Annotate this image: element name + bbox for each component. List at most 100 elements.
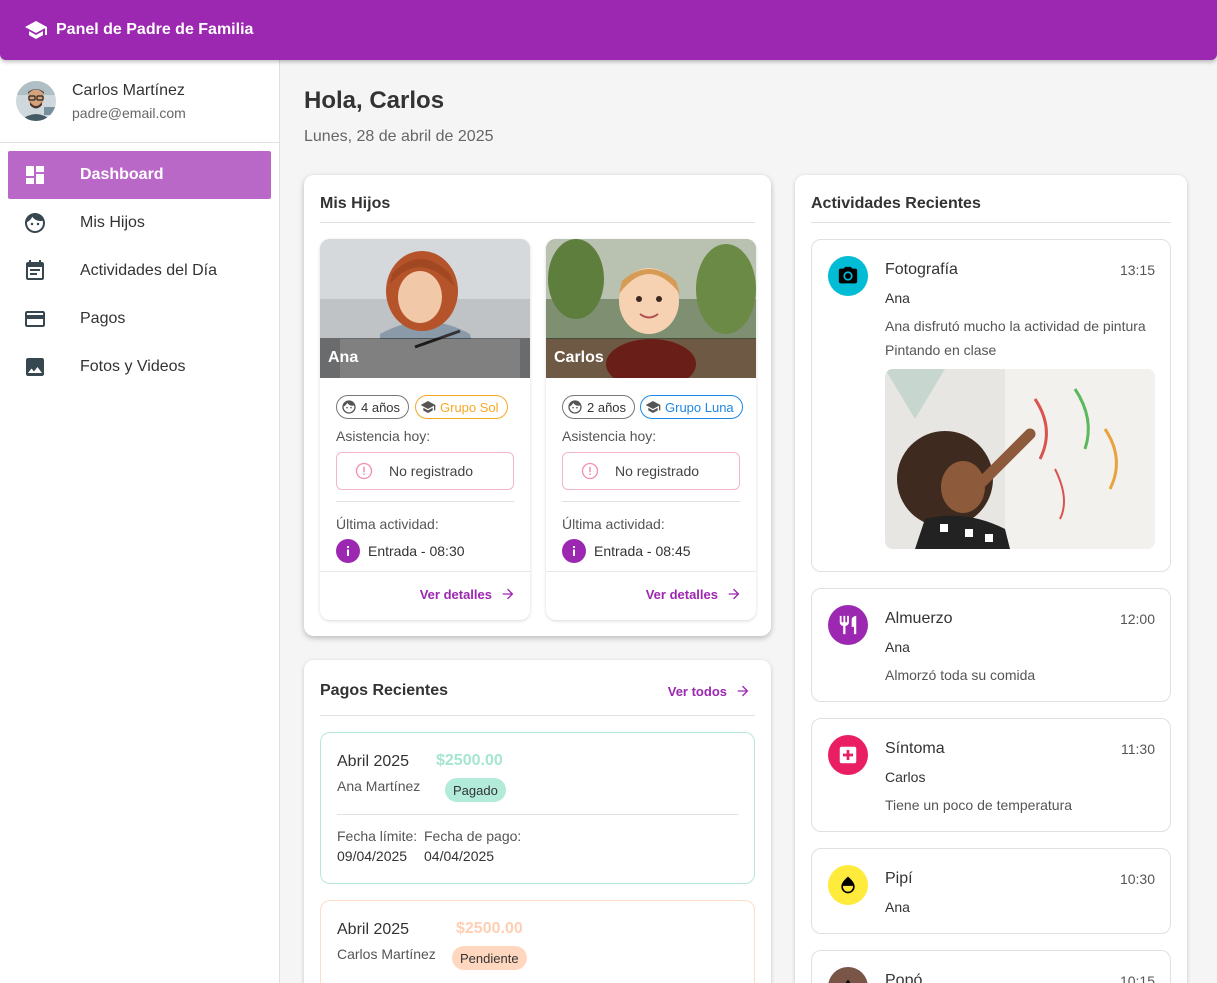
child-card-carlos: Carlos 2 años Grupo Luna Asistencia hoy:…	[546, 239, 756, 620]
activity-item[interactable]: Popó 10:15	[811, 950, 1171, 983]
sidebar-item-actividades[interactable]: Actividades del Día	[8, 247, 271, 295]
age-chip: 4 años	[336, 395, 410, 419]
age-label: 2 años	[587, 399, 627, 415]
payment-child-name: Carlos Martínez	[337, 946, 436, 962]
alert-circle-icon	[354, 461, 374, 481]
activity-child: Carlos	[885, 769, 926, 785]
payment-item: Abril 2025 $2500.00 Carlos Martínez Pend…	[320, 900, 755, 983]
divider	[811, 222, 1171, 223]
children-card: Mis Hijos Ana 4 años Grupo Sol Asistenci…	[304, 175, 771, 636]
activity-title: Popó	[885, 972, 923, 983]
poop-icon	[828, 967, 868, 983]
age-chip: 2 años	[562, 395, 636, 419]
app-header: Panel de Padre de Familia	[0, 0, 1217, 60]
attendance-status: No registrado	[562, 452, 740, 490]
children-card-title: Mis Hijos	[320, 195, 391, 212]
attendance-label: Asistencia hoy:	[562, 428, 657, 444]
due-date-value: 09/04/2025	[337, 848, 408, 864]
last-activity-label: Última actividad:	[336, 516, 439, 532]
sidebar-item-label: Pagos	[80, 310, 126, 327]
activity-child: Ana	[885, 899, 910, 915]
child-card-ana: Ana 4 años Grupo Sol Asistencia hoy: No …	[320, 239, 530, 620]
activity-time: 11:30	[1121, 741, 1155, 757]
activity-child: Ana	[885, 639, 910, 655]
status-badge: Pagado	[445, 778, 506, 802]
attendance-value: No registrado	[389, 463, 474, 479]
activity-item[interactable]: Síntoma 11:30 Carlos Tiene un poco de te…	[811, 718, 1171, 832]
alert-circle-icon	[580, 461, 600, 481]
main-content: Hola, Carlos Lunes, 28 de abril de 2025 …	[280, 60, 1217, 983]
graduation-cap-icon	[24, 18, 48, 42]
activity-time: 10:30	[1119, 871, 1155, 887]
payments-card: Pagos Recientes Ver todos Abril 2025 $25…	[304, 660, 771, 983]
sidebar-item-label: Fotos y Videos	[80, 358, 186, 375]
see-all-label: Ver todos	[667, 683, 727, 699]
last-activity-value: Entrada - 08:45	[594, 543, 691, 559]
status-badge: Pendiente	[452, 946, 527, 970]
divider	[320, 222, 755, 223]
page-title: Hola, Carlos	[304, 87, 445, 114]
view-details-button[interactable]: Ver detalles	[646, 586, 742, 602]
child-name-band: Ana	[320, 338, 530, 378]
arrow-right-icon	[500, 586, 516, 602]
attendance-value: No registrado	[615, 463, 700, 479]
payment-month: Abril 2025	[337, 921, 410, 938]
payment-child-name: Ana Martínez	[337, 778, 421, 794]
child-name: Carlos	[554, 349, 604, 366]
user-name: Carlos Martínez	[72, 81, 185, 99]
face-icon	[8, 211, 64, 235]
app-title: Panel de Padre de Familia	[56, 21, 254, 38]
activity-description: Ana disfrutó mucho la actividad de pintu…	[885, 318, 1146, 334]
paid-date-value: 04/04/2025	[424, 848, 495, 864]
face-icon	[341, 399, 357, 415]
attendance-status: No registrado	[336, 452, 514, 490]
face-icon	[567, 399, 583, 415]
image-icon	[8, 355, 64, 379]
sidebar-item-mis-hijos[interactable]: Mis Hijos	[8, 199, 271, 247]
payment-amount: $2500.00	[456, 920, 523, 937]
user-email: padre@email.com	[72, 104, 186, 121]
activities-card: Actividades Recientes Fotografía 13:15 A…	[795, 175, 1187, 983]
photo-caption: Pintando en clase	[885, 342, 997, 358]
child-photo: Ana	[320, 239, 530, 378]
payment-amount: $2500.00	[436, 752, 503, 769]
divider	[320, 715, 755, 716]
sidebar-item-fotos[interactable]: Fotos y Videos	[8, 343, 271, 391]
graduation-cap-icon	[645, 399, 661, 415]
group-chip: Grupo Sol	[415, 395, 508, 419]
activity-item[interactable]: Pipí 10:30 Ana	[811, 848, 1171, 934]
dashboard-icon	[8, 163, 64, 187]
activity-time: 10:15	[1119, 973, 1155, 983]
sidebar-item-dashboard[interactable]: Dashboard	[8, 151, 271, 199]
divider	[320, 571, 530, 572]
info-icon	[562, 539, 586, 563]
sidebar-item-label: Dashboard	[80, 166, 164, 183]
child-name: Ana	[328, 349, 359, 366]
activity-item[interactable]: Almuerzo 12:00 Ana Almorzó toda su comid…	[811, 588, 1171, 702]
activity-item[interactable]: Fotografía 13:15 Ana Ana disfrutó mucho …	[811, 239, 1171, 572]
activity-child: Ana	[885, 290, 910, 306]
activity-description: Tiene un poco de temperatura	[885, 797, 1073, 813]
divider	[336, 501, 514, 502]
sidebar: Carlos Martínez padre@email.com Dashboar…	[0, 60, 280, 983]
payment-item: Abril 2025 $2500.00 Ana Martínez Pagado …	[320, 732, 755, 884]
divider	[546, 571, 756, 572]
view-details-label: Ver detalles	[645, 586, 718, 602]
view-details-button[interactable]: Ver detalles	[420, 586, 516, 602]
group-label: Grupo Sol	[440, 399, 499, 415]
child-name-band: Carlos	[546, 338, 756, 378]
view-details-label: Ver detalles	[419, 586, 492, 602]
sidebar-nav: Dashboard Mis Hijos Actividades del Día …	[0, 143, 279, 391]
see-all-payments-button[interactable]: Ver todos	[668, 683, 751, 699]
event-note-icon	[8, 259, 64, 283]
sidebar-item-pagos[interactable]: Pagos	[8, 295, 271, 343]
sidebar-item-label: Actividades del Día	[80, 262, 217, 279]
activity-photo[interactable]	[885, 369, 1155, 549]
activity-title: Almuerzo	[885, 610, 953, 627]
child-photo: Carlos	[546, 239, 756, 378]
group-label: Grupo Luna	[665, 399, 734, 415]
activities-card-title: Actividades Recientes	[811, 195, 981, 212]
user-profile: Carlos Martínez padre@email.com	[0, 60, 279, 143]
activity-time: 13:15	[1119, 262, 1155, 278]
avatar	[16, 81, 56, 121]
